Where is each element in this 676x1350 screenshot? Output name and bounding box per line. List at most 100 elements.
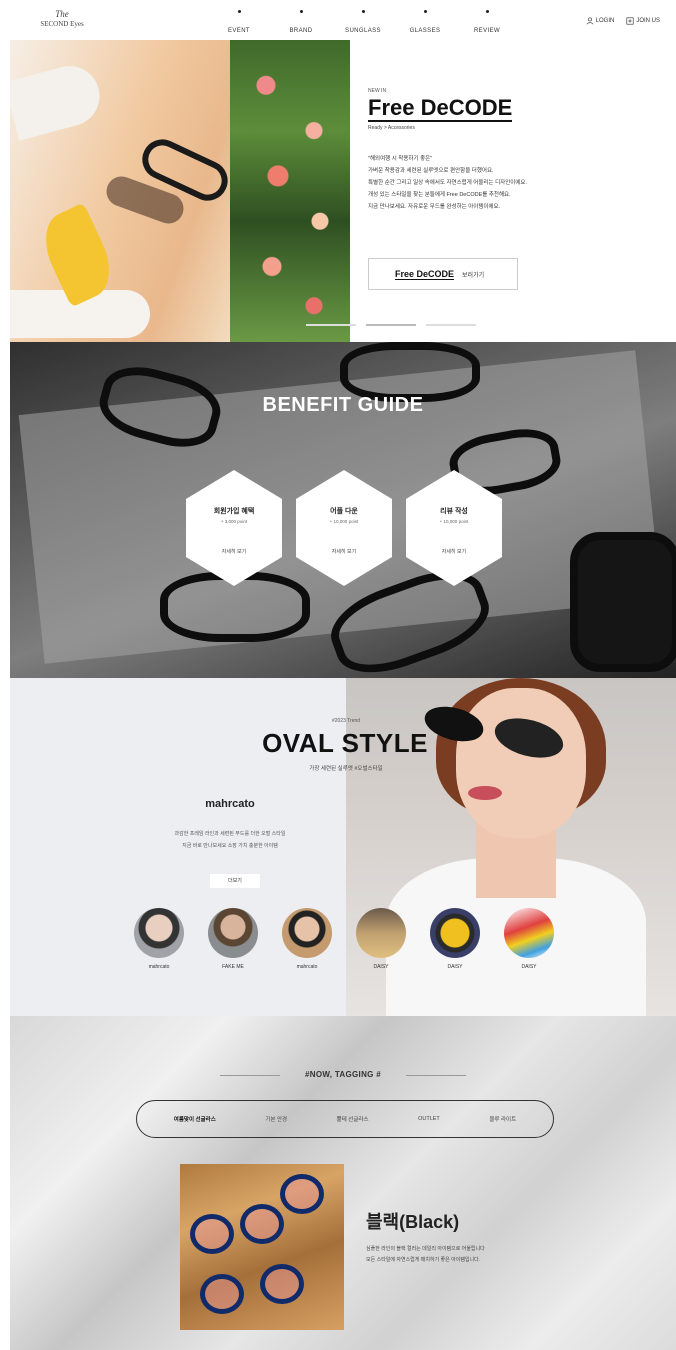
logo[interactable]: The SECOND Eyes bbox=[40, 9, 84, 33]
join-icon bbox=[626, 17, 634, 25]
oval-tagline: 가장 세련된 실루엣 #오벌스타일 bbox=[309, 766, 383, 772]
login-label: LOGIN bbox=[595, 18, 615, 24]
oval-title: OVAL STYLE bbox=[262, 728, 428, 758]
avatar-item[interactable]: DAISY bbox=[504, 908, 554, 970]
avatar-name: FAKE ME bbox=[222, 964, 244, 970]
avatar-name: DAISY bbox=[447, 964, 463, 970]
product-lens bbox=[190, 1214, 234, 1254]
nav-dot-icon bbox=[423, 10, 427, 13]
benefit-section: BENEFIT GUIDE 회원가입 혜택 + 3,000 point 자세히 … bbox=[10, 342, 676, 678]
nav-item-event[interactable]: EVENT bbox=[208, 10, 270, 37]
avatar-name: DAISY bbox=[373, 964, 389, 970]
hero-desc-line: 개성 있는 스타일을 찾는 분들에게 Free DeCODE를 추천해요. bbox=[368, 192, 511, 198]
avatar bbox=[282, 908, 332, 958]
hero-subtitle: Ready > Accessories bbox=[368, 125, 415, 131]
hero-cta-label: 보러가기 bbox=[462, 272, 485, 279]
model-lips bbox=[468, 786, 502, 800]
avatar-item[interactable]: DAISY bbox=[356, 908, 406, 970]
oval-description: 과감한 프레임 라인과 세련된 무드를 더한 오벌 스타일 지금 바로 만나보세… bbox=[120, 828, 340, 852]
hero-cta-button[interactable]: Free DeCODE 보러가기 bbox=[368, 258, 518, 290]
nav-label: BRAND bbox=[289, 28, 313, 34]
avatar-name: mahrcato bbox=[296, 964, 318, 970]
tab-blue-light[interactable]: 블루 라이트 bbox=[489, 1115, 516, 1123]
join-label: JOIN US bbox=[636, 18, 660, 24]
slide-dot-2[interactable] bbox=[366, 324, 416, 326]
product-desc-line: 모든 스타일에 자연스럽게 매치하기 좋은 아이템입니다. bbox=[366, 1257, 481, 1263]
tab-summer-sunglass[interactable]: 여름맞이 선글라스 bbox=[174, 1115, 216, 1123]
hero-eyebrow: NEW IN bbox=[368, 88, 387, 94]
benefit-card-sub: + 3,000 point bbox=[220, 519, 248, 524]
hero-desc-line: "해외여행 시 착용하기 좋은" bbox=[368, 156, 433, 162]
benefit-card-link[interactable]: 자세히 보기 bbox=[296, 548, 392, 555]
benefit-card-review[interactable]: 리뷰 작성 + 10,000 point 자세히 보기 bbox=[406, 470, 502, 586]
slide-indicator bbox=[306, 324, 476, 326]
tagging-tabs: 여름맞이 선글라스 기본 안경 뿔테 선글라스 OUTLET 블루 라이트 bbox=[136, 1100, 554, 1138]
hero-desc-line: 특별한 순간 그리고 일상 속에서도 자연스럽게 어울리는 디자인이에요. bbox=[368, 180, 527, 186]
nav-item-glasses[interactable]: GLASSES bbox=[394, 10, 456, 37]
avatar-item[interactable]: DAISY bbox=[430, 908, 480, 970]
header: The SECOND Eyes EVENT BRAND SUNGLASS GLA… bbox=[0, 0, 676, 40]
benefit-card-signup[interactable]: 회원가입 혜택 + 3,000 point 자세히 보기 bbox=[186, 470, 282, 586]
benefit-card-app[interactable]: 어플 다운 + 10,000 point 자세히 보기 bbox=[296, 470, 392, 586]
benefit-card-title: 어플 다운 bbox=[330, 508, 358, 515]
avatar bbox=[134, 908, 184, 958]
slide-dot-1[interactable] bbox=[306, 324, 356, 326]
product-lens bbox=[280, 1174, 324, 1214]
benefit-card-link[interactable]: 자세히 보기 bbox=[186, 548, 282, 555]
product-lens bbox=[260, 1264, 304, 1304]
product-lens bbox=[240, 1204, 284, 1244]
login-link[interactable]: LOGIN bbox=[586, 17, 615, 25]
slide-dot-3[interactable] bbox=[426, 324, 476, 326]
hero-text: NEW IN Free DeCODE Ready > Accessories "… bbox=[368, 88, 668, 213]
oval-desc-line: 지금 바로 만나보세요 소장 가치 충분한 아이템 bbox=[182, 843, 278, 849]
avatar-name: DAISY bbox=[521, 964, 537, 970]
tagging-title: #NOW, TAGGING # bbox=[305, 1070, 381, 1079]
avatar bbox=[430, 908, 480, 958]
logo-line1: The bbox=[55, 9, 69, 19]
nav-dot-icon bbox=[361, 10, 365, 13]
hero-arm bbox=[10, 59, 107, 141]
benefit-card-title: 회원가입 혜택 bbox=[213, 508, 255, 515]
avatar-item[interactable]: mahrcato bbox=[134, 908, 184, 970]
user-icon bbox=[586, 17, 594, 25]
logo-line2: SECOND Eyes bbox=[40, 20, 84, 28]
nav-item-brand[interactable]: BRAND bbox=[270, 10, 332, 37]
benefit-card-link[interactable]: 자세히 보기 bbox=[406, 548, 502, 555]
oval-style-section: #2023 Trend OVAL STYLE 가장 세련된 실루엣 #오벌스타일… bbox=[10, 678, 676, 1016]
avatar-item[interactable]: mahrcato bbox=[282, 908, 332, 970]
nav-item-sunglass[interactable]: SUNGLASS bbox=[332, 10, 394, 37]
product-image[interactable] bbox=[180, 1164, 344, 1330]
tab-horn-sunglass[interactable]: 뿔테 선글라스 bbox=[337, 1115, 369, 1123]
nav-label: EVENT bbox=[227, 28, 250, 34]
hero-banner: NEW IN Free DeCODE Ready > Accessories "… bbox=[10, 40, 676, 342]
hero-flowers bbox=[230, 40, 350, 342]
oval-more-button[interactable]: 더보기 bbox=[210, 874, 260, 888]
nav-item-review[interactable]: REVIEW bbox=[456, 10, 518, 37]
nav-dot-icon bbox=[485, 10, 489, 13]
benefit-card-title: 리뷰 작성 bbox=[440, 508, 468, 515]
product-lens bbox=[200, 1274, 244, 1314]
util-links: LOGIN JOIN US bbox=[586, 17, 660, 25]
hero-image bbox=[10, 40, 350, 342]
join-link[interactable]: JOIN US bbox=[626, 17, 660, 25]
main-nav: EVENT BRAND SUNGLASS GLASSES REVIEW bbox=[208, 10, 518, 37]
product-description: 심플한 라인의 블랙 컬러는 데일리 아이템으로 어울립니다 모든 스타일에 자… bbox=[366, 1244, 556, 1266]
hero-desc-line: 가벼운 착용감과 세련된 실루엣으로 편안함을 더했어요. bbox=[368, 168, 494, 174]
avatar-name: mahrcato bbox=[148, 964, 170, 970]
hero-cta-brand: Free DeCODE bbox=[395, 268, 455, 280]
benefit-card-sub: + 10,000 point bbox=[439, 519, 469, 524]
model-face bbox=[456, 688, 586, 838]
nav-dot-icon bbox=[237, 10, 241, 13]
oval-desc-line: 과감한 프레임 라인과 세련된 무드를 더한 오벌 스타일 bbox=[174, 831, 286, 837]
oval-subtitle: #2023 Trend bbox=[331, 718, 361, 724]
tab-basic-glasses[interactable]: 기본 안경 bbox=[265, 1115, 287, 1123]
avatar-item[interactable]: FAKE ME bbox=[208, 908, 258, 970]
hero-description: "해외여행 시 착용하기 좋은" 가벼운 착용감과 세련된 실루엣으로 편안함을… bbox=[368, 153, 668, 213]
tab-outlet[interactable]: OUTLET bbox=[418, 1116, 440, 1122]
avatar bbox=[504, 908, 554, 958]
nav-label: GLASSES bbox=[409, 28, 441, 34]
nav-label: REVIEW bbox=[473, 28, 501, 34]
hero-title: Free DeCODE bbox=[368, 95, 513, 122]
avatar-list: mahrcato FAKE ME mahrcato DAISY DAISY DA… bbox=[134, 908, 554, 970]
benefit-title: BENEFIT GUIDE bbox=[262, 394, 424, 416]
